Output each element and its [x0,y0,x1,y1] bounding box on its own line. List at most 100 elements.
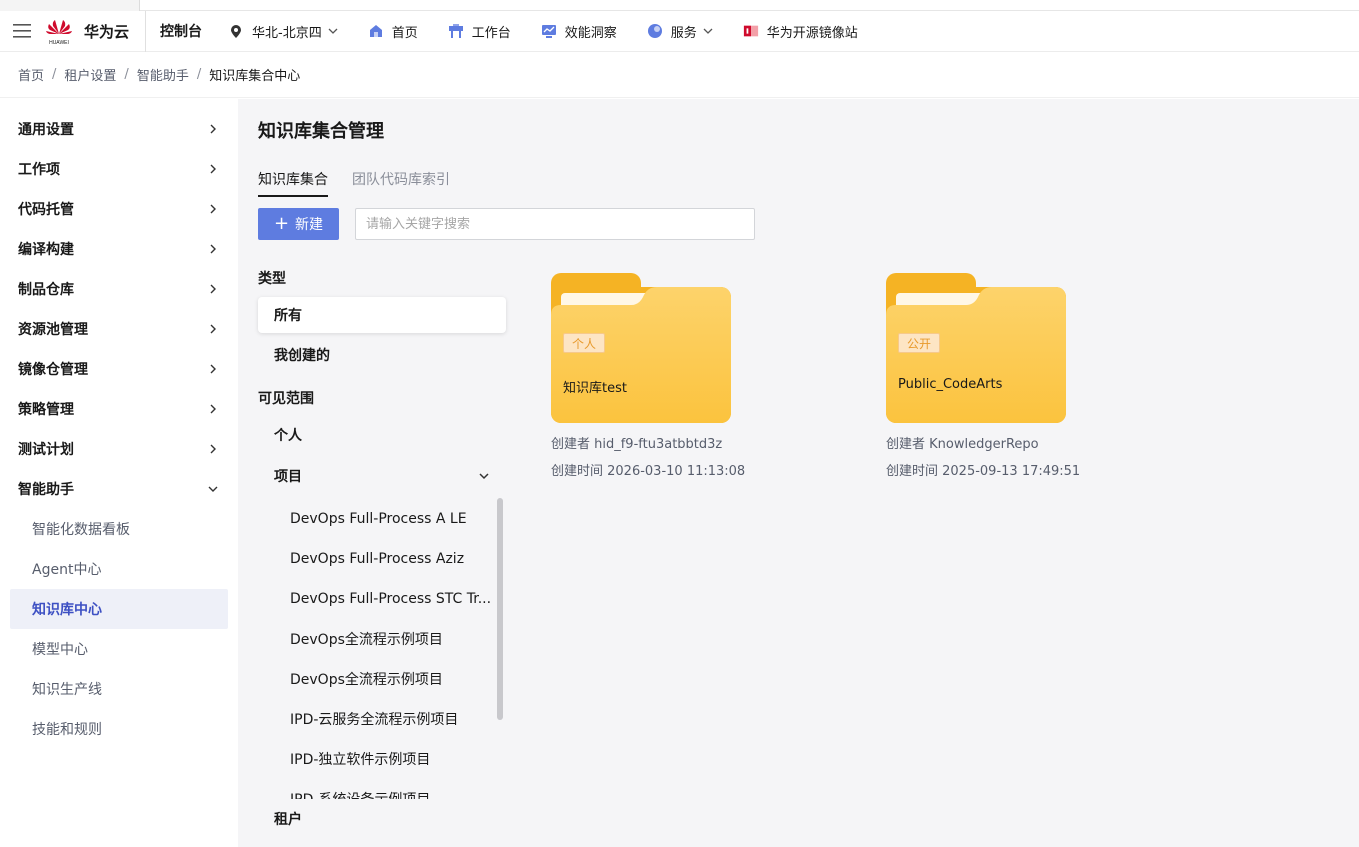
nav-mirror-label: 华为开源镜像站 [766,25,858,41]
card-created-time: 创建时间 2025-09-13 17:49:51 [886,464,1081,479]
nav-service[interactable]: 服务 [647,11,713,52]
chevron-right-icon [210,164,216,174]
chevron-right-icon [210,124,216,134]
top-header: HUAWEI 华为云 控制台 华北-北京四 首页 工作台 效能洞察 服务 华为开… [0,10,1359,52]
project-item[interactable]: IPD-独立软件示例项目 [258,739,506,779]
project-item[interactable]: DevOps全流程示例项目 [258,619,506,659]
project-item[interactable]: DevOps Full-Process A LE [258,499,506,539]
sidebar-item-ai-assistant[interactable]: 智能助手 [0,469,238,509]
breadcrumb-item[interactable]: 首页 [18,65,44,84]
folder-icon: 公开 Public_CodeArts [886,273,1066,423]
service-icon [647,23,663,39]
breadcrumb-separator: / [124,67,129,82]
left-sidebar: 通用设置 工作项 代码托管 编译构建 制品仓库 资源池管理 镜像仓管理 策略管理… [0,99,238,847]
chevron-right-icon [210,404,216,414]
sidebar-item-artifacts[interactable]: 制品仓库 [0,269,238,309]
card-created-time: 创建时间 2026-03-10 11:13:08 [551,464,746,479]
sidebar-item-label: 代码托管 [18,202,74,218]
chevron-right-icon [210,364,216,374]
region-label: 华北-北京四 [252,25,322,41]
sidebar-item-work-items[interactable]: 工作项 [0,149,238,189]
knowledge-card[interactable]: 公开 Public_CodeArts 创建者 KnowledgerRepo 创建… [886,273,1086,479]
sidebar-item-build[interactable]: 编译构建 [0,229,238,269]
chevron-right-icon [210,284,216,294]
tab-team-code-index[interactable]: 团队代码库索引 [352,169,450,197]
huawei-logo-icon: HUAWEI [44,16,74,46]
nav-workbench[interactable]: 工作台 [448,11,511,52]
sidebar-item-label: 通用设置 [18,122,74,138]
chevron-down-icon [328,26,338,37]
knowledge-card[interactable]: 个人 知识库test 创建者 hid_f9-ftu3atbbtd3z 创建时间 … [551,273,751,479]
sidebar-item-label: 测试计划 [18,442,74,458]
project-item[interactable]: DevOps Full-Process STC Tr... [258,579,506,619]
breadcrumb-separator: / [196,67,202,82]
sidebar-item-policy[interactable]: 策略管理 [0,389,238,429]
sidebar-item-label: 工作项 [18,162,60,178]
huawei-wordmark: HUAWEI [49,40,69,46]
sidebar-item-test-plan[interactable]: 测试计划 [0,429,238,469]
sidebar-subitem-model-center[interactable]: 模型中心 [0,629,238,669]
nav-insight[interactable]: 效能洞察 [541,11,617,52]
chevron-down-icon [703,26,713,37]
filter-all[interactable]: 所有 [258,297,506,333]
menu-icon[interactable] [0,11,44,52]
filter-mine[interactable]: 我创建的 [258,337,506,373]
card-name: Public_CodeArts [898,377,1003,392]
project-item[interactable]: DevOps Full-Process Aziz [258,539,506,579]
nav-workbench-label: 工作台 [471,25,511,41]
sidebar-subitem-agent-center[interactable]: Agent中心 [0,549,238,589]
project-item[interactable]: IPD-系统设备示例项目 [258,779,506,799]
search-input[interactable] [355,208,755,240]
sidebar-item-image-repo[interactable]: 镜像仓管理 [0,349,238,389]
breadcrumb-item[interactable]: 租户设置 [64,65,116,84]
sidebar-item-label: 镜像仓管理 [18,362,88,378]
project-list-scrollbar[interactable] [497,498,503,720]
filter-tenant[interactable]: 租户 [258,801,506,837]
sidebar-item-label: 智能助手 [18,482,74,498]
region-selector[interactable]: 华北-北京四 [228,11,338,52]
new-button[interactable]: + 新建 [258,208,339,240]
project-item[interactable]: DevOps全流程示例项目 [258,659,506,699]
project-item[interactable]: IPD-云服务全流程示例项目 [258,699,506,739]
browser-tab[interactable] [0,0,140,11]
nav-home-label: 首页 [391,25,418,41]
sidebar-item-label: 编译构建 [18,242,74,258]
breadcrumb: 首页 / 租户设置 / 智能助手 / 知识库集合中心 [0,52,1359,98]
mirror-icon [743,23,759,39]
sidebar-item-code-hosting[interactable]: 代码托管 [0,189,238,229]
sidebar-subitem-knowledge-pipeline[interactable]: 知识生产线 [0,669,238,709]
sidebar-subitem-data-dashboard[interactable]: 智能化数据看板 [0,509,238,549]
location-pin-icon [228,23,244,39]
chevron-right-icon [210,204,216,214]
chevron-right-icon [210,244,216,254]
card-name: 知识库test [563,381,627,396]
sidebar-subitem-skills-rules[interactable]: 技能和规则 [0,709,238,749]
chevron-down-icon [208,486,218,492]
huawei-cloud-logo[interactable]: HUAWEI 华为云 [44,10,147,52]
nav-home[interactable]: 首页 [368,11,418,52]
chevron-down-icon[interactable] [478,470,490,482]
console-link[interactable]: 控制台 [160,21,202,41]
workbench-icon [448,23,464,39]
nav-mirror[interactable]: 华为开源镜像站 [743,11,858,52]
filter-personal[interactable]: 个人 [258,417,506,453]
browser-tab-strip [0,0,1359,11]
breadcrumb-current: 知识库集合中心 [209,69,301,84]
brand-name: 华为云 [84,22,130,41]
home-icon [368,23,384,39]
filter-scope-heading: 可见范围 [258,391,314,407]
breadcrumb-separator: / [52,67,57,82]
sidebar-subitem-knowledge-center[interactable]: 知识库中心 [10,589,228,629]
visibility-badge: 个人 [563,333,606,353]
insight-icon [541,23,557,39]
new-button-label: 新建 [295,217,324,233]
sidebar-item-general-settings[interactable]: 通用设置 [0,109,238,149]
breadcrumb-item[interactable]: 智能助手 [137,65,189,84]
chevron-right-icon [210,444,216,454]
sidebar-item-resource-pool[interactable]: 资源池管理 [0,309,238,349]
nav-service-label: 服务 [670,25,697,41]
tab-knowledge-collection[interactable]: 知识库集合 [258,169,328,197]
visibility-badge: 公开 [898,333,941,353]
sidebar-item-label: 资源池管理 [18,322,88,338]
filter-project[interactable]: 项目 [258,458,506,494]
